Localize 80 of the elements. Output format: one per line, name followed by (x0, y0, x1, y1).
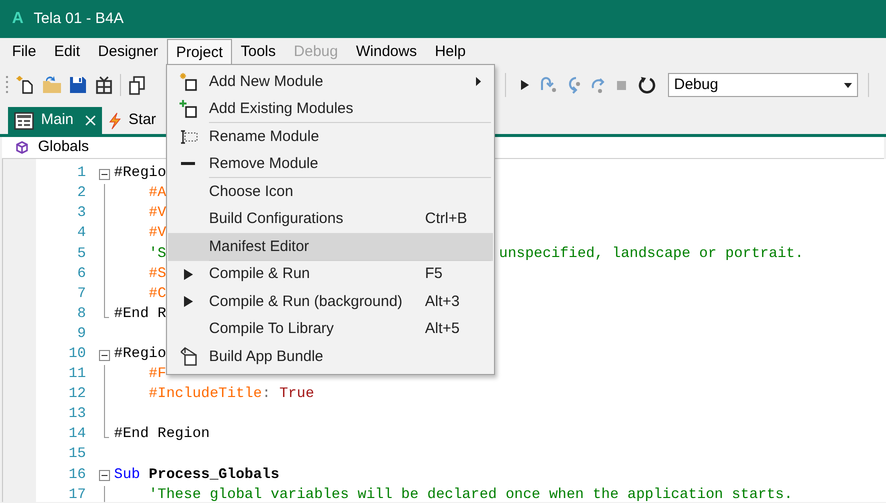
open-folder-icon[interactable] (41, 75, 63, 95)
new-file-icon[interactable] (15, 75, 35, 95)
lightning-icon (108, 112, 122, 130)
editor-tab[interactable]: Main (8, 107, 102, 134)
line-number: 7 (76, 284, 86, 304)
line-number: 16 (68, 466, 86, 485)
collapse-icon[interactable] (99, 350, 110, 361)
menu-entry[interactable]: Add Existing Modules (168, 96, 493, 123)
add-module-icon (178, 99, 198, 120)
menu-entry[interactable]: Build Configurations Ctrl+B (168, 206, 493, 233)
menu-item[interactable]: Edit (45, 39, 90, 66)
line-number: 8 (76, 304, 86, 324)
collapse-icon[interactable] (99, 470, 110, 482)
line-number: 1 (76, 164, 86, 184)
package-icon (178, 346, 198, 367)
menu-item[interactable]: Designer (89, 39, 168, 66)
code-text: 'S (148, 244, 166, 264)
line-number: 2 (76, 184, 86, 204)
line-number: 6 (76, 264, 86, 284)
menu-entry[interactable]: Add New Module (168, 68, 493, 96)
line-number: 15 (68, 445, 86, 464)
play-icon (184, 296, 193, 308)
code-text: #A (148, 184, 166, 204)
line-number: 14 (68, 425, 86, 444)
line-number: 13 (68, 405, 86, 424)
code-text: #IncludeTitle: True (148, 385, 314, 404)
line-number: 17 (68, 486, 86, 502)
window-title: Tela 01 - B4A (34, 8, 124, 29)
minus-icon (180, 162, 196, 166)
menu-entry[interactable]: Compile & Run (background) Alt+3 (168, 288, 493, 316)
code-text: #Regio (114, 345, 166, 364)
menu-entry[interactable]: Compile & Run F5 (168, 260, 493, 288)
copy-icon[interactable] (128, 75, 146, 95)
code-text: #S (148, 264, 166, 284)
module-name: Globals (38, 137, 89, 158)
code-text: 'These global variables will be declared once when the application starts. (148, 486, 793, 502)
form-icon (14, 112, 34, 130)
package-icon[interactable] (95, 75, 113, 95)
code-text: #V (148, 224, 166, 244)
play-icon (184, 268, 193, 280)
menu-item[interactable]: Help (426, 39, 475, 66)
line-number: 5 (76, 244, 86, 264)
new-module-icon (178, 72, 198, 92)
run-icon[interactable] (520, 79, 530, 91)
save-icon[interactable] (69, 76, 87, 94)
cube-icon (16, 141, 28, 154)
code-text: #V (148, 204, 166, 224)
menu-entry[interactable]: Remove Module (168, 150, 493, 178)
menu-item[interactable]: Project (167, 39, 232, 66)
line-number: 9 (76, 324, 86, 344)
line-number: 4 (76, 224, 86, 244)
restart-icon[interactable] (638, 76, 656, 94)
code-text: #C (148, 284, 166, 304)
close-icon[interactable] (84, 115, 96, 126)
code-text: #Regio (114, 164, 166, 184)
code-text: #End R (114, 304, 166, 324)
menu-item[interactable]: Tools (232, 39, 285, 66)
menu-entry[interactable]: Rename Module (168, 123, 493, 150)
menu-item[interactable]: File (3, 39, 46, 66)
dropdown-caret-icon (844, 82, 852, 88)
menu-item[interactable]: Windows (346, 39, 426, 66)
build-config-dropdown[interactable]: Debug (668, 73, 858, 97)
line-number: 11 (68, 365, 86, 384)
menu-entry[interactable]: Choose Icon (168, 178, 493, 206)
line-number: 10 (68, 345, 86, 364)
line-number: 12 (68, 385, 86, 404)
code-text: #F (148, 365, 166, 384)
toolbar-grip-icon (6, 75, 9, 95)
rename-icon (178, 128, 198, 145)
collapse-icon[interactable] (99, 169, 110, 180)
menu-entry[interactable]: Build App Bundle (168, 343, 493, 370)
line-number: 3 (76, 204, 86, 224)
menu-entry[interactable]: Manifest Editor (168, 233, 493, 260)
code-text: Sub Process_Globals (114, 466, 280, 485)
app-logo: A (12, 9, 24, 29)
submenu-arrow-icon (476, 77, 481, 86)
editor-tab[interactable]: Star (102, 107, 162, 134)
code-text: unspecified, landscape or portrait. (499, 244, 804, 264)
menu-entry[interactable]: Compile To Library Alt+5 (168, 316, 493, 343)
code-text: #End Region (114, 425, 210, 444)
